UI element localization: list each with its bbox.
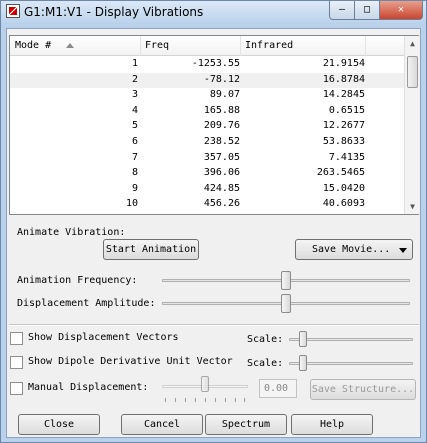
title-bar[interactable]: G1:M1:V1 - Display Vibrations – □ ✕ xyxy=(1,1,426,23)
scroll-down-icon[interactable]: ▼ xyxy=(405,199,420,214)
freq-cell: 357.05 xyxy=(203,151,240,163)
freq-cell: 89.07 xyxy=(209,89,240,101)
minimize-button[interactable]: – xyxy=(329,1,355,20)
mode-cell: 5 xyxy=(131,120,138,132)
freq-cell: 396.06 xyxy=(203,167,240,179)
mode-cell: 3 xyxy=(131,89,138,101)
column-header-mode[interactable]: Mode # xyxy=(15,40,51,51)
mode-cell: 2 xyxy=(131,73,138,85)
table-vertical-scrollbar[interactable]: ▲ ▼ xyxy=(404,36,419,214)
sort-ascending-icon xyxy=(66,43,74,48)
column-header-infrared[interactable]: Infrared xyxy=(245,40,293,51)
infrared-cell: 40.6093 xyxy=(322,198,365,210)
show-displacement-vectors-checkbox[interactable] xyxy=(10,332,23,345)
freq-cell: 424.85 xyxy=(203,182,240,194)
divider xyxy=(9,324,419,326)
mode-cell: 7 xyxy=(131,151,138,163)
mode-cell: 8 xyxy=(131,167,138,179)
displacement-amplitude-thumb[interactable] xyxy=(281,294,291,313)
table-row[interactable]: 6 238.52 53.8633 xyxy=(10,135,404,151)
table-row[interactable]: 8 396.06 263.5465 xyxy=(10,166,404,182)
dipole-scale-thumb[interactable] xyxy=(299,355,307,371)
freq-cell: -1253.55 xyxy=(191,58,240,69)
scrollbar-thumb[interactable] xyxy=(407,56,418,88)
save-movie-label: Save Movie... xyxy=(312,244,391,255)
manual-displacement-ticks xyxy=(165,398,245,402)
infrared-cell: 12.2677 xyxy=(322,120,365,132)
table-header: Mode # Freq Infrared xyxy=(10,36,404,56)
infrared-cell: 7.4135 xyxy=(328,151,365,163)
table-row[interactable]: 1 -1253.55 21.9154 xyxy=(10,57,404,73)
manual-displacement-checkbox[interactable] xyxy=(10,382,23,395)
table-row[interactable]: 9 424.85 15.0420 xyxy=(10,182,404,198)
vectors-scale-thumb[interactable] xyxy=(299,331,307,347)
table-row[interactable]: 3 89.07 14.2845 xyxy=(10,88,404,104)
dipole-scale-label: Scale: xyxy=(247,358,284,369)
dialog-window: G1:M1:V1 - Display Vibrations – □ ✕ Mode… xyxy=(0,0,427,443)
manual-displacement-label: Manual Displacement: xyxy=(28,382,149,393)
chevron-down-icon xyxy=(399,248,407,253)
show-displacement-vectors-label: Show Displacement Vectors xyxy=(28,332,179,343)
show-dipole-derivative-checkbox[interactable] xyxy=(10,356,23,369)
animate-vibration-label: Animate Vibration: xyxy=(17,227,126,238)
window-title: G1:M1:V1 - Display Vibrations xyxy=(24,5,204,19)
infrared-cell: 0.6515 xyxy=(328,104,365,116)
mode-cell: 9 xyxy=(131,182,138,194)
vibrations-table: Mode # Freq Infrared 1 -1253.55 21.9154 2 -7… xyxy=(9,35,419,215)
save-structure-button[interactable]: Save Structure... xyxy=(310,379,416,400)
animation-frequency-label: Animation Frequency: xyxy=(17,275,138,286)
mode-cell: 1 xyxy=(131,58,138,69)
gaussview-app-icon xyxy=(6,4,20,18)
table-row[interactable]: 4 165.88 0.6515 xyxy=(10,104,404,120)
mode-cell: 10 xyxy=(125,198,138,210)
vectors-scale-slider[interactable] xyxy=(289,338,413,341)
save-movie-button[interactable]: Save Movie... xyxy=(295,239,413,260)
table-row[interactable]: 7 357.05 7.4135 xyxy=(10,151,404,167)
freq-cell: 165.88 xyxy=(203,104,240,116)
infrared-cell: 263.5465 xyxy=(316,167,365,179)
table-row[interactable]: 10 456.26 40.6093 xyxy=(10,197,404,213)
scroll-up-icon[interactable]: ▲ xyxy=(405,36,420,51)
spectrum-button[interactable]: Spectrum xyxy=(205,414,287,435)
infrared-cell: 21.9154 xyxy=(322,58,365,69)
infrared-cell: 15.0420 xyxy=(322,182,365,194)
cancel-button[interactable]: Cancel xyxy=(121,414,203,435)
column-header-freq[interactable]: Freq xyxy=(145,40,169,51)
animation-frequency-thumb[interactable] xyxy=(281,271,291,290)
start-animation-button[interactable]: Start Animation xyxy=(103,239,199,260)
freq-cell: 456.26 xyxy=(203,198,240,210)
manual-displacement-value-input[interactable]: 0.00 xyxy=(259,379,297,398)
help-button[interactable]: Help xyxy=(291,414,373,435)
close-window-button[interactable]: ✕ xyxy=(379,1,423,20)
table-body: 1 -1253.55 21.9154 2 -78.12 16.8784 3 89.07 14.2… xyxy=(10,57,404,213)
maximize-button[interactable]: □ xyxy=(354,1,380,20)
dipole-scale-slider[interactable] xyxy=(289,362,413,365)
mode-cell: 4 xyxy=(131,104,138,116)
freq-cell: -78.12 xyxy=(203,73,240,85)
dialog-content: Mode # Freq Infrared 1 -1253.55 21.9154 2 -7… xyxy=(6,28,421,438)
table-row[interactable]: 5 209.76 12.2677 xyxy=(10,119,404,135)
show-dipole-derivative-label: Show Dipole Derivative Unit Vector xyxy=(28,356,233,367)
manual-displacement-thumb[interactable] xyxy=(201,376,209,392)
infrared-cell: 53.8633 xyxy=(322,135,365,147)
freq-cell: 209.76 xyxy=(203,120,240,132)
infrared-cell: 16.8784 xyxy=(322,73,365,85)
freq-cell: 238.52 xyxy=(203,135,240,147)
displacement-amplitude-label: Displacement Amplitude: xyxy=(17,298,156,309)
table-row[interactable]: 2 -78.12 16.8784 xyxy=(10,72,404,89)
vectors-scale-label: Scale: xyxy=(247,334,284,345)
mode-cell: 6 xyxy=(131,135,138,147)
close-button[interactable]: Close xyxy=(18,414,100,435)
infrared-cell: 14.2845 xyxy=(322,89,365,101)
